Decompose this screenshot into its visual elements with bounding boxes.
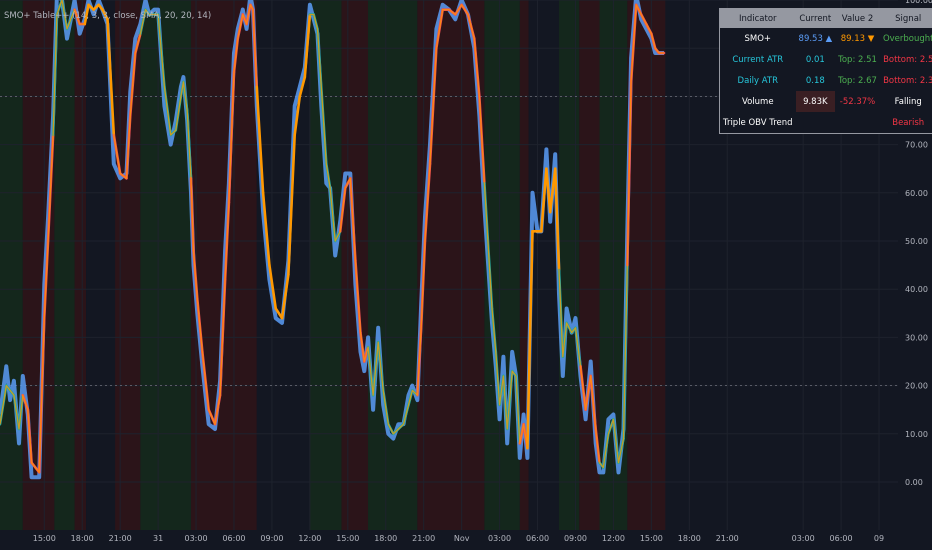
x-tick-label: 06:00 [830, 534, 853, 543]
x-tick-label: 21:00 [109, 534, 132, 543]
table-header-row: Indicator Current Value 2 Signal [719, 8, 932, 28]
zone-band-red [417, 0, 485, 530]
x-tick-label: 09 [874, 534, 884, 543]
zone-layer [0, 0, 666, 530]
row-value2 [835, 112, 880, 134]
y-tick-label: 30.00 [905, 333, 928, 342]
x-tick-label: Nov [454, 534, 470, 543]
x-tick-label: 15:00 [33, 534, 56, 543]
row-current: 89.53 ▲ [798, 33, 833, 44]
x-tick-label: 18:00 [71, 534, 94, 543]
x-tick-label: 09:00 [564, 534, 587, 543]
header-signal: Signal [879, 8, 932, 28]
x-tick-label: 21:00 [412, 534, 435, 543]
y-tick-label: 70.00 [905, 141, 928, 150]
y-tick-label: 10.00 [905, 430, 928, 439]
row-label: SMO+ [744, 33, 772, 44]
table-row: SMO+ 89.53 ▲ 89.13 ▼ Overbought [720, 28, 932, 49]
zone-band-dark [528, 0, 560, 530]
y-tick-label: 50.00 [905, 237, 928, 246]
row-value2: -52.37% [839, 96, 876, 107]
x-tick-label: 09:00 [260, 534, 283, 543]
row-signal: Bottom: 2.5 [883, 54, 932, 65]
y-tick-label: 0.00 [905, 478, 923, 487]
x-tick-label: 21:00 [716, 534, 739, 543]
header-current: Current [795, 8, 836, 28]
row-signal: Bottom: 2.3 [883, 75, 932, 86]
zone-band-red [115, 0, 141, 530]
row-current: 0.18 [805, 75, 825, 86]
table-row: Triple OBV Trend Bearish [720, 112, 932, 134]
x-tick-label: 15:00 [336, 534, 359, 543]
table-row: Volume 9.83K -52.37% Falling [720, 91, 932, 112]
row-current [796, 112, 836, 134]
zone-band-green [559, 0, 580, 530]
row-label: Current ATR [732, 54, 784, 65]
row-current: 0.01 [805, 54, 825, 65]
row-value2: Top: 2.51 [838, 54, 877, 65]
indicator-title[interactable]: SMO+ Table++ (14, 3, 3, close, SMA, 20, … [4, 11, 211, 21]
x-tick-label: 03:00 [792, 534, 815, 543]
row-label: Daily ATR [737, 75, 778, 86]
row-label: Triple OBV Trend [723, 117, 793, 128]
table-row: Current ATR 0.01 Top: 2.51 Bottom: 2.5 [720, 49, 932, 70]
x-tick-label: 12:00 [298, 534, 321, 543]
row-label: Volume [741, 96, 774, 107]
table-row: Daily ATR 0.18 Top: 2.67 Bottom: 2.3 [720, 70, 932, 91]
row-value2: Top: 2.67 [838, 75, 877, 86]
zone-band-red [627, 0, 666, 530]
row-current: 9.83K [795, 91, 836, 112]
row-signal: Overbought [882, 33, 932, 44]
zone-band-green [309, 0, 342, 530]
x-tick-label: 12:00 [602, 534, 625, 543]
x-tick-label: 31 [153, 534, 163, 543]
x-tick-label: 03:00 [185, 534, 208, 543]
x-tick-label: 03:00 [488, 534, 511, 543]
zone-band-green [54, 0, 75, 530]
y-tick-label: 40.00 [905, 285, 928, 294]
row-signal: Bearish [892, 117, 925, 128]
x-tick-label: 18:00 [374, 534, 397, 543]
row-value2: 89.13 ▼ [840, 33, 875, 44]
header-value2: Value 2 [835, 8, 880, 28]
zone-band-green [0, 0, 23, 530]
indicator-table: Indicator Current Value 2 Signal SMO+ 89… [719, 8, 932, 134]
y-tick-label: 100.00 [905, 0, 932, 5]
zone-band-green [368, 0, 418, 530]
y-tick-label: 20.00 [905, 382, 928, 391]
zone-band-red [74, 0, 87, 530]
header-indicator: Indicator [719, 8, 796, 28]
x-tick-label: 06:00 [526, 534, 549, 543]
x-tick-label: 06:00 [222, 534, 245, 543]
y-tick-label: 60.00 [905, 189, 928, 198]
x-tick-label: 18:00 [678, 534, 701, 543]
row-signal: Falling [894, 96, 922, 107]
x-tick-label: 15:00 [640, 534, 663, 543]
